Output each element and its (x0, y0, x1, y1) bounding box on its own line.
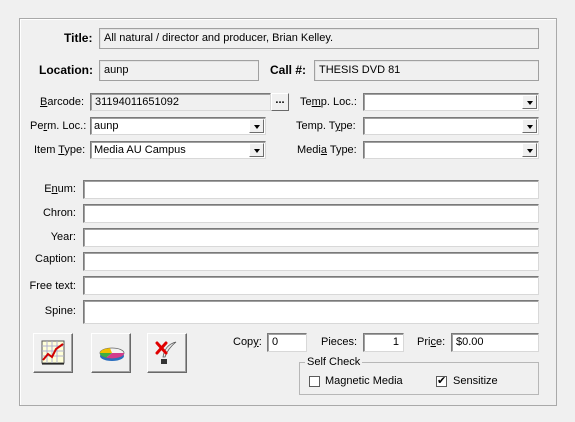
chevron-down-icon[interactable] (249, 143, 264, 157)
location-label: Location: (39, 63, 93, 77)
item-type-label: Item Type: (34, 144, 86, 156)
spine-label: Spine: (44, 305, 76, 317)
perm-loc-value: aunp (94, 120, 119, 132)
year-field[interactable] (83, 228, 539, 247)
barcode-label: Barcode: (40, 96, 85, 108)
spine-field[interactable] (83, 300, 539, 324)
media-button[interactable] (91, 333, 131, 373)
chron-label: Chron: (42, 207, 76, 219)
sensitize-label[interactable]: Sensitize (453, 374, 498, 388)
pieces-field[interactable]: 1 (363, 333, 404, 352)
location-field: aunp (99, 60, 259, 81)
year-label: Year: (50, 231, 76, 243)
caption-label: Caption: (35, 253, 76, 265)
self-check-title: Self Check (305, 355, 363, 369)
sensitize-checkbox[interactable]: ✔ (436, 375, 447, 387)
chevron-down-icon[interactable] (522, 95, 537, 109)
call-number-label: Call #: (270, 63, 307, 77)
barcode-browse-button[interactable]: ... (271, 93, 289, 111)
title-field: All natural / director and producer, Bri… (99, 28, 539, 49)
item-type-dropdown[interactable]: Media AU Campus (90, 141, 266, 159)
temp-type-dropdown[interactable] (363, 117, 539, 135)
magnetic-media-checkbox[interactable] (309, 376, 320, 387)
media-type-dropdown[interactable] (363, 141, 539, 159)
chevron-down-icon[interactable] (522, 119, 537, 133)
statistics-button[interactable] (33, 333, 73, 373)
price-field[interactable]: $0.00 (451, 333, 539, 352)
temp-loc-label: Temp. Loc.: (300, 96, 357, 108)
enum-field[interactable] (83, 180, 539, 199)
item-type-value: Media AU Campus (94, 144, 186, 156)
call-number-field: THESIS DVD 81 (314, 60, 539, 81)
chron-field[interactable] (83, 204, 539, 223)
pie-chart-icon (99, 347, 125, 361)
caption-field[interactable] (83, 252, 539, 271)
temp-loc-dropdown[interactable] (363, 93, 539, 111)
temp-type-label: Temp. Type: (296, 120, 356, 132)
barcode-field[interactable]: 31194011651092 (90, 93, 271, 111)
perm-loc-dropdown[interactable]: aunp (90, 117, 266, 135)
chevron-down-icon[interactable] (522, 143, 537, 157)
media-type-label: Media Type: (297, 144, 357, 156)
perm-loc-label: Perm. Loc.: (30, 120, 87, 132)
copy-field[interactable]: 0 (267, 333, 307, 352)
check-icon: ✔ (437, 375, 447, 387)
chevron-down-icon[interactable] (249, 119, 264, 133)
copy-label: Copy: (233, 336, 262, 348)
magnetic-media-label[interactable]: Magnetic Media (325, 374, 403, 388)
pieces-label: Pieces: (321, 336, 358, 348)
enum-label: Enum: (44, 183, 76, 195)
quill-delete-icon (155, 341, 177, 364)
chart-icon (41, 340, 65, 365)
freetext-field[interactable] (83, 276, 539, 295)
title-label: Title: (64, 31, 93, 45)
freetext-label: Free text: (29, 280, 76, 292)
price-label: Price: (417, 336, 446, 348)
delete-item-button[interactable] (147, 333, 187, 373)
